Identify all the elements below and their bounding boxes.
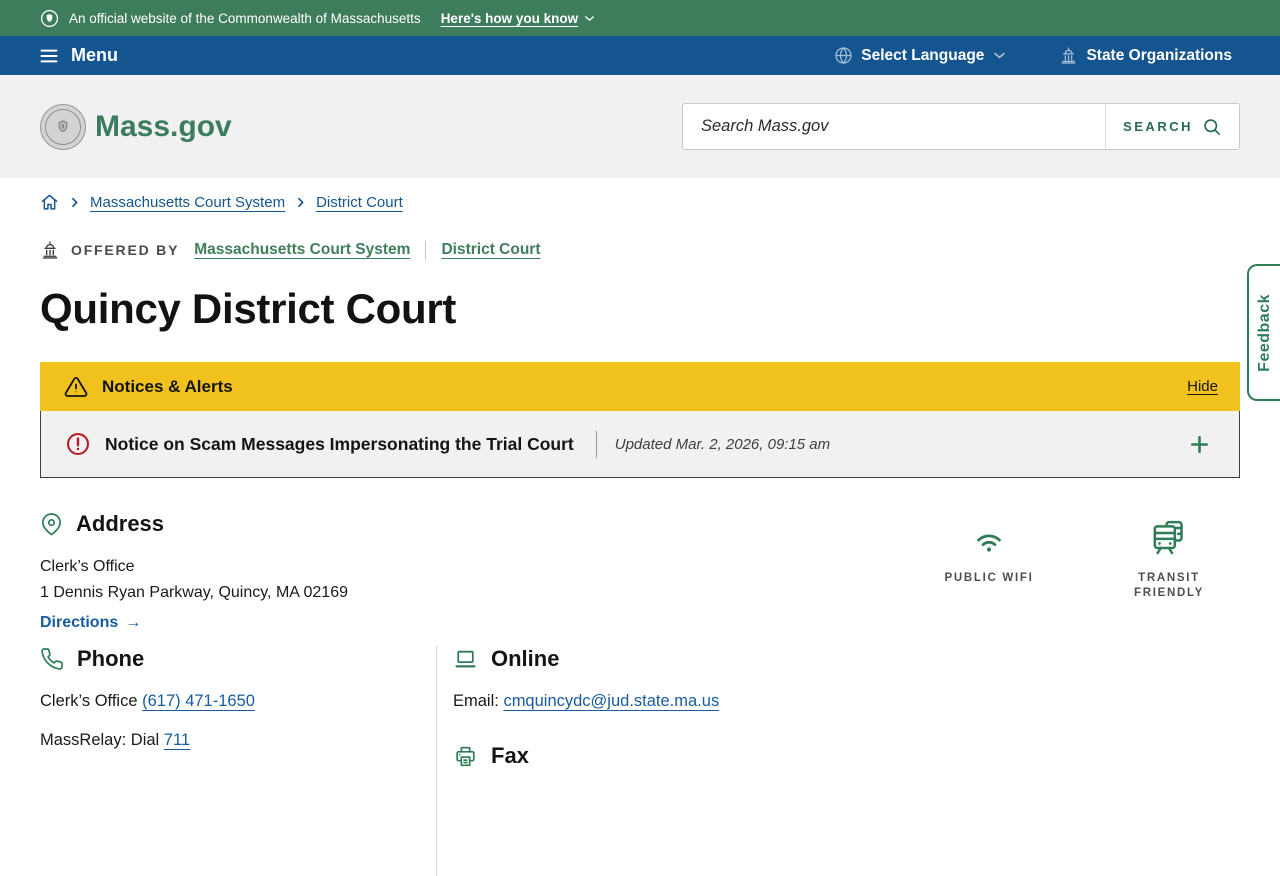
amenities: PUBLIC WIFI TRANSIT FRIENDLY xyxy=(930,511,1240,632)
feedback-tab[interactable]: Feedback xyxy=(1247,264,1280,401)
state-organizations-button[interactable]: State Organizations xyxy=(1059,46,1232,65)
official-banner-text: An official website of the Commonwealth … xyxy=(69,11,421,26)
address-street: 1 Dennis Ryan Parkway, Quincy, MA 02169 xyxy=(40,580,348,606)
public-wifi-label: PUBLIC WIFI xyxy=(945,571,1034,586)
chevron-down-icon xyxy=(583,12,596,25)
heres-how-you-know-link[interactable]: Here's how you know xyxy=(441,11,597,26)
page-title: Quincy District Court xyxy=(40,285,1240,333)
fax-heading: Fax xyxy=(453,743,1240,769)
official-banner: An official website of the Commonwealth … xyxy=(0,0,1280,36)
masthead: Mass.gov SEARCH xyxy=(0,75,1280,178)
notice-title: Notice on Scam Messages Impersonating th… xyxy=(105,434,574,455)
address-office: Clerk’s Office xyxy=(40,554,348,580)
statehouse-icon xyxy=(1059,46,1078,65)
feedback-label: Feedback xyxy=(1256,294,1274,372)
address-heading: Address xyxy=(40,511,348,537)
arrow-right-icon: → xyxy=(125,614,141,632)
contact-columns: Phone Clerk’s Office (617) 471-1650 Mass… xyxy=(40,646,1240,876)
phone-icon xyxy=(40,647,64,671)
amenity-transit-friendly: TRANSIT FRIENDLY xyxy=(1110,515,1228,632)
massrelay-line: MassRelay: Dial 711 xyxy=(40,731,416,750)
alert-circle-icon xyxy=(65,431,91,457)
massgov-logo[interactable]: Mass.gov xyxy=(40,104,232,150)
hide-notices-link[interactable]: Hide xyxy=(1187,378,1218,395)
menu-button[interactable]: Menu xyxy=(38,45,118,66)
wifi-icon xyxy=(968,517,1010,559)
main-navbar: Menu Select Language State Organizations xyxy=(0,36,1280,75)
massrelay-link[interactable]: 711 xyxy=(164,731,190,749)
phone-heading: Phone xyxy=(40,646,416,672)
online-heading: Online xyxy=(453,646,1240,672)
breadcrumb-district-court[interactable]: District Court xyxy=(316,194,403,211)
plus-icon xyxy=(1188,433,1211,456)
email-line: Email: cmquincydc@jud.state.ma.us xyxy=(453,692,1240,711)
notices-panel: Notices & Alerts Hide Notice on Scam Mes… xyxy=(40,362,1240,478)
fax-icon xyxy=(453,744,478,769)
laptop-icon xyxy=(453,647,478,672)
search-input[interactable] xyxy=(683,104,1105,149)
search-button[interactable]: SEARCH xyxy=(1105,104,1239,149)
offered-by-link-district-court[interactable]: District Court xyxy=(441,241,540,259)
search-bar: SEARCH xyxy=(682,103,1240,150)
expand-notice-button[interactable] xyxy=(1188,433,1211,456)
search-button-label: SEARCH xyxy=(1123,119,1193,134)
massgov-seal-icon xyxy=(40,104,86,150)
select-language-label: Select Language xyxy=(861,47,984,65)
phone-clerk-line: Clerk’s Office (617) 471-1650 xyxy=(40,692,416,711)
directions-link[interactable]: Directions→ xyxy=(40,614,141,632)
divider xyxy=(425,241,426,260)
address-section: Address Clerk’s Office 1 Dennis Ryan Par… xyxy=(40,511,348,632)
notice-item[interactable]: Notice on Scam Messages Impersonating th… xyxy=(40,411,1240,478)
amenity-public-wifi: PUBLIC WIFI xyxy=(930,515,1048,632)
breadcrumb-court-system[interactable]: Massachusetts Court System xyxy=(90,194,285,211)
divider xyxy=(596,431,597,458)
warning-triangle-icon xyxy=(64,375,88,399)
chevron-right-icon xyxy=(68,196,81,209)
notice-updated-timestamp: Updated Mar. 2, 2026, 09:15 am xyxy=(615,436,830,453)
statehouse-icon xyxy=(40,240,60,260)
main-content: Massachusetts Court System District Cour… xyxy=(0,193,1280,876)
breadcrumb: Massachusetts Court System District Cour… xyxy=(40,193,1240,212)
phone-section: Phone Clerk’s Office (617) 471-1650 Mass… xyxy=(40,646,437,876)
hamburger-icon xyxy=(38,46,60,66)
globe-icon xyxy=(834,46,853,65)
massgov-logo-text: Mass.gov xyxy=(95,110,232,144)
notices-header: Notices & Alerts Hide xyxy=(40,362,1240,411)
online-section: Online Email: cmquincydc@jud.state.ma.us… xyxy=(437,646,1240,876)
address-amenities-row: Address Clerk’s Office 1 Dennis Ryan Par… xyxy=(40,511,1240,632)
chevron-right-icon xyxy=(294,196,307,209)
map-pin-icon xyxy=(40,513,63,536)
select-language-button[interactable]: Select Language xyxy=(834,46,1007,65)
transit-icon xyxy=(1149,518,1189,558)
email-link[interactable]: cmquincydc@jud.state.ma.us xyxy=(503,692,719,710)
phone-number-link[interactable]: (617) 471-1650 xyxy=(142,692,255,710)
menu-label: Menu xyxy=(71,45,118,66)
home-icon[interactable] xyxy=(40,193,59,212)
search-icon xyxy=(1202,117,1222,137)
notices-title: Notices & Alerts xyxy=(102,377,233,397)
offered-by-row: OFFERED BY Massachusetts Court System Di… xyxy=(40,240,1240,260)
offered-by-label: OFFERED BY xyxy=(40,240,179,260)
chevron-down-icon xyxy=(992,48,1007,63)
state-seal-icon xyxy=(40,9,59,28)
transit-friendly-label: TRANSIT FRIENDLY xyxy=(1110,571,1228,601)
state-organizations-label: State Organizations xyxy=(1086,47,1232,65)
offered-by-link-court-system[interactable]: Massachusetts Court System xyxy=(194,241,410,259)
